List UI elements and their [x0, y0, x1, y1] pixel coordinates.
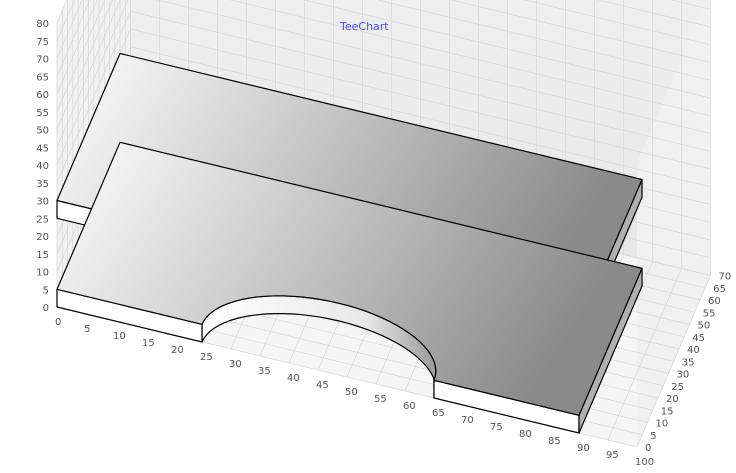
- z-tick-label: 40: [687, 345, 700, 356]
- y-tick-label: 35: [36, 179, 49, 190]
- x-tick-label: 85: [548, 436, 561, 447]
- x-tick-label: 45: [316, 380, 329, 391]
- y-tick-label: 20: [36, 232, 49, 243]
- y-tick-label: 70: [36, 55, 49, 66]
- x-tick-label: 90: [577, 443, 590, 454]
- x-tick-label: 30: [229, 359, 242, 370]
- y-tick-label: 75: [36, 37, 49, 48]
- z-tick-label: 50: [698, 321, 711, 332]
- x-tick-label: 50: [345, 387, 358, 398]
- z-tick-label: 55: [703, 308, 716, 319]
- z-tick-label: 5: [650, 431, 656, 442]
- x-tick-label: 5: [84, 324, 90, 335]
- z-tick-label: 65: [713, 284, 726, 295]
- z-tick-label: 20: [666, 394, 679, 405]
- z-tick-label: 15: [661, 406, 674, 417]
- y-tick-label: 5: [43, 285, 49, 296]
- x-tick-label: 15: [142, 338, 155, 349]
- y-tick-label: 50: [36, 126, 49, 137]
- y-tick-label: 60: [36, 90, 49, 101]
- y-tick-label: 55: [36, 108, 49, 119]
- z-tick-label: 25: [671, 382, 684, 393]
- x-tick-label: 55: [374, 394, 387, 405]
- x-tick-label: 80: [519, 429, 532, 440]
- z-tick-label: 70: [719, 272, 732, 283]
- y-tick-label: 30: [36, 197, 49, 208]
- y-tick-label: 15: [36, 250, 49, 261]
- chart-title: TeeChart: [339, 20, 389, 33]
- y-tick-label: 40: [36, 161, 49, 172]
- z-tick-label: 45: [692, 333, 705, 344]
- y-tick-label: 45: [36, 143, 49, 154]
- y-tick-label: 10: [36, 268, 49, 279]
- z-tick-label: 0: [645, 443, 651, 454]
- chart-svg: 0510152025303540455055606570758085909510…: [36, 0, 732, 468]
- x-tick-label: 40: [287, 373, 300, 384]
- x-tick-label: 25: [200, 352, 213, 363]
- z-tick-label: 35: [682, 357, 695, 368]
- x-tick-label: 100: [635, 457, 654, 468]
- x-tick-label: 60: [403, 401, 416, 412]
- z-tick-label: 60: [708, 296, 721, 307]
- y-tick-label: 25: [36, 214, 49, 225]
- x-tick-label: 0: [55, 317, 61, 328]
- x-tick-label: 70: [461, 415, 474, 426]
- x-tick-label: 10: [113, 331, 126, 342]
- y-tick-label: 0: [43, 303, 49, 314]
- chart: 0 5 10 15 20 25 30 35 40 45 50 55 60 65 70 75 80 85 90 95 10…: [0, 0, 736, 473]
- y-tick-label: 80: [36, 19, 49, 30]
- x-tick-label: 20: [171, 345, 184, 356]
- x-tick-label: 65: [432, 408, 445, 419]
- z-tick-label: 10: [656, 419, 669, 430]
- x-tick-label: 95: [606, 450, 619, 461]
- x-tick-label: 35: [258, 366, 271, 377]
- x-tick-label: 75: [490, 422, 503, 433]
- y-tick-label: 65: [36, 72, 49, 83]
- z-tick-label: 30: [677, 370, 690, 381]
